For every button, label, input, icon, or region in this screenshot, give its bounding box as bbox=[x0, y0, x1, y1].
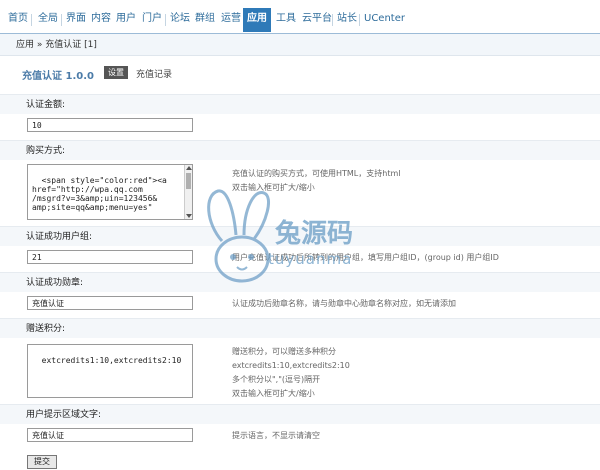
plugin-title: 充值认证 1.0.0 bbox=[22, 71, 94, 82]
watermark-text: 兔源码 bbox=[275, 219, 354, 249]
breadcrumb: 应用 » 充值认证 [1] bbox=[0, 34, 600, 56]
top-navigation: 首页 全局 界面 内容 用户 门户 论坛 群组 运营 应用 工具 云平台 站长 … bbox=[0, 0, 600, 34]
settings-tab[interactable]: 设置 bbox=[104, 66, 128, 79]
tab-forum[interactable]: 论坛 bbox=[166, 8, 194, 32]
tab-interface[interactable]: 界面 bbox=[62, 8, 90, 32]
credits-tip-example: extcredits1:10,extcredits2:10 bbox=[232, 361, 350, 370]
amount-label: 认证金额: bbox=[0, 94, 600, 114]
tab-apps[interactable]: 应用 bbox=[243, 8, 271, 32]
recharge-records-link[interactable]: 充值记录 bbox=[136, 67, 172, 80]
tab-global[interactable]: 全局 bbox=[34, 8, 62, 32]
scroll-up-icon[interactable] bbox=[186, 166, 192, 170]
medal-tip: 认证成功后勋章名称，请与勋章中心勋章名称对应，如无请添加 bbox=[232, 299, 456, 308]
tab-users[interactable]: 用户 bbox=[112, 8, 140, 32]
tab-tools[interactable]: 工具 bbox=[272, 8, 300, 32]
tab-cloud[interactable]: 云平台 bbox=[298, 8, 336, 32]
scroll-down-icon[interactable] bbox=[186, 214, 192, 218]
watermark-subtext: tuyuanma bbox=[268, 250, 353, 268]
tab-content[interactable]: 内容 bbox=[87, 8, 115, 32]
credits-textarea-text: extcredits1:10,extcredits2:10 bbox=[41, 356, 182, 365]
method-textarea-text: <span style="color:red"><a href="http://… bbox=[32, 176, 167, 212]
tab-home[interactable]: 首页 bbox=[4, 8, 32, 32]
tab-webmaster[interactable]: 站长 bbox=[333, 8, 361, 32]
method-label: 购买方式: bbox=[0, 140, 600, 160]
credits-tip: 赠送积分，可以赠送多种积分 bbox=[232, 347, 336, 356]
method-textarea[interactable]: <span style="color:red"><a href="http://… bbox=[27, 164, 193, 220]
display-label: 用户提示区域文字: bbox=[0, 404, 600, 424]
method-tip: 充值认证的购买方式，可使用HTML，支持html bbox=[232, 169, 401, 178]
medal-input[interactable]: 充值认证 bbox=[27, 296, 193, 310]
credits-tip-separator: 多个积分以","(逗号)隔开 bbox=[232, 375, 321, 384]
tab-ucenter[interactable]: UCenter bbox=[360, 8, 409, 32]
tab-divider bbox=[31, 14, 32, 26]
tab-operation[interactable]: 运营 bbox=[217, 8, 245, 32]
tab-portal[interactable]: 门户 bbox=[138, 8, 166, 32]
display-input[interactable]: 充值认证 bbox=[27, 428, 193, 442]
credits-textarea[interactable]: extcredits1:10,extcredits2:10 bbox=[27, 344, 193, 398]
amount-input[interactable]: 10 bbox=[27, 118, 193, 132]
credits-tip-resize: 双击输入框可扩大/缩小 bbox=[232, 389, 315, 398]
credits-label: 赠送积分: bbox=[0, 318, 600, 338]
submit-button[interactable]: 提交 bbox=[27, 455, 57, 469]
method-scrollbar[interactable] bbox=[184, 165, 192, 219]
tab-group[interactable]: 群组 bbox=[191, 8, 219, 32]
display-tip: 提示语言，不显示请清空 bbox=[232, 431, 320, 440]
group-input[interactable]: 21 bbox=[27, 250, 193, 264]
scroll-thumb[interactable] bbox=[186, 173, 191, 189]
